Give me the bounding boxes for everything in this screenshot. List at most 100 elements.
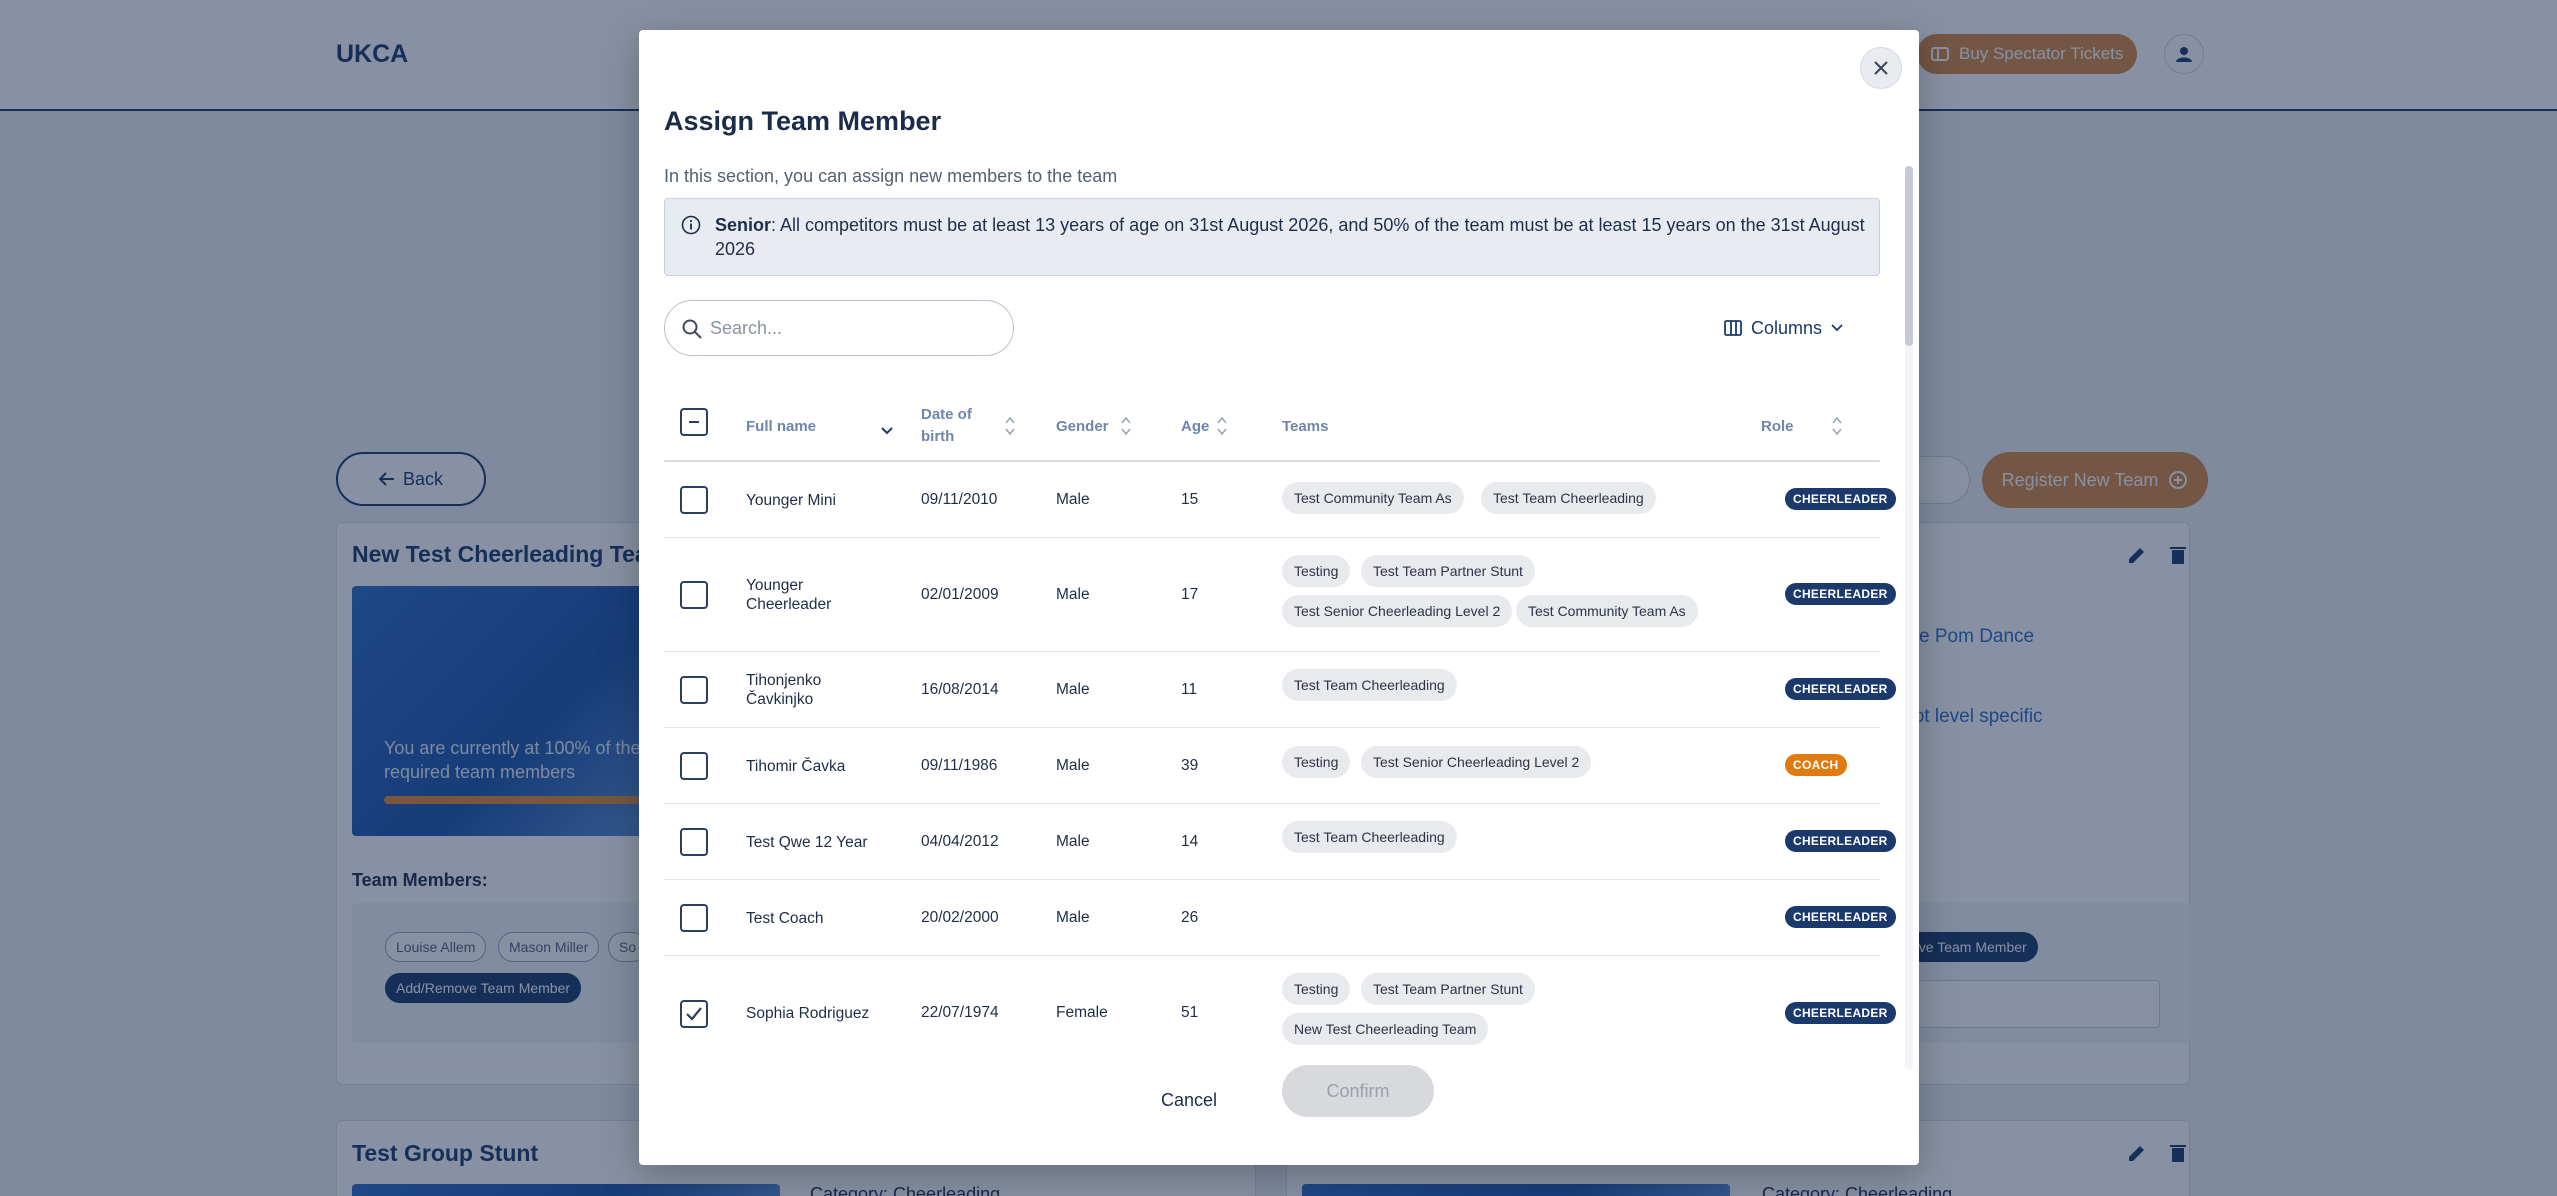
row-teams: Test Team Cheerleading (1282, 652, 1722, 728)
team-chip: Test Community Team As (1516, 595, 1698, 627)
team-chip: Test Team Cheerleading (1282, 821, 1457, 853)
row-checkbox[interactable] (680, 904, 708, 932)
close-icon (1874, 61, 1888, 75)
close-button[interactable] (1860, 47, 1902, 89)
row-dob: 04/04/2012 (921, 833, 999, 850)
sort-icon (1005, 416, 1015, 436)
cancel-button[interactable]: Cancel (1141, 1078, 1237, 1122)
role-badge: CHEERLEADER (1785, 488, 1896, 510)
row-teams: Testing Test Senior Cheerleading Level 2 (1282, 728, 1722, 804)
team-chip: Test Team Partner Stunt (1361, 555, 1535, 587)
role-header-label: Role (1761, 417, 1794, 435)
row-gender: Male (1056, 586, 1090, 603)
row-gender: Male (1056, 833, 1090, 850)
modal-scrollbar-thumb[interactable] (1905, 166, 1913, 346)
sort-desc-icon (881, 427, 893, 435)
team-chip: Test Team Cheerleading (1282, 669, 1457, 701)
role-badge: CHEERLEADER (1785, 678, 1896, 700)
full-name-header-label: Full name (746, 417, 817, 435)
row-teams: Testing Test Team Partner Stunt New Test… (1282, 956, 1722, 1070)
row-age: 14 (1181, 833, 1199, 850)
columns-button[interactable]: Columns (1724, 312, 1843, 344)
table-row[interactable]: Tihonjenko Čavkinjko 16/08/2014 Male 11 … (664, 652, 1896, 728)
row-dob: 20/02/2000 (921, 909, 999, 926)
row-full-name: Younger Mini (746, 491, 836, 509)
row-age: 15 (1181, 491, 1199, 508)
modal-title: Assign Team Member (664, 106, 942, 136)
select-all-checkbox[interactable] (680, 408, 708, 436)
table-row[interactable]: Younger Mini 09/11/2010 Male 15 Test Com… (664, 462, 1896, 538)
row-full-name: Sophia Rodriguez (746, 1004, 870, 1022)
team-chip: Test Team Partner Stunt (1361, 973, 1535, 1005)
row-checkbox[interactable] (680, 486, 708, 514)
assign-team-member-modal: Assign Team Member In this section, you … (639, 30, 1919, 1165)
age-requirement-info: Senior: All competitors must be at least… (664, 198, 1880, 276)
row-full-name: Test Qwe 12 Year (746, 833, 868, 851)
team-chip: Test Team Cheerleading (1481, 482, 1656, 514)
table-row[interactable]: Test Coach 20/02/2000 Male 26 CHEERLEADE… (664, 880, 1896, 956)
role-badge: COACH (1785, 754, 1847, 776)
row-teams: Test Community Team As Test Team Cheerle… (1282, 462, 1722, 538)
dob-header-label: Date of birth (921, 406, 972, 445)
row-full-name: Tihomir Čavka (746, 757, 846, 775)
teams-header-label: Teams (1282, 417, 1329, 435)
info-text: Senior: All competitors must be at least… (715, 213, 1865, 261)
columns-icon (1724, 320, 1742, 336)
row-dob: 16/08/2014 (921, 681, 999, 698)
checkmark-icon (686, 1007, 702, 1021)
row-gender: Male (1056, 491, 1090, 508)
table-row[interactable]: Test Qwe 12 Year 04/04/2012 Male 14 Test… (664, 804, 1896, 880)
age-header-label: Age (1181, 417, 1210, 435)
search-input[interactable] (710, 311, 1000, 345)
row-teams: Test Team Cheerleading (1282, 804, 1722, 880)
info-rule: : All competitors must be at least 13 ye… (715, 215, 1865, 259)
column-header-role[interactable]: Role (1761, 400, 1844, 452)
row-full-name: Younger Cheerleader (746, 577, 832, 613)
chevron-down-icon (1831, 324, 1843, 332)
row-dob: 09/11/1986 (921, 757, 998, 774)
team-chip: Testing (1282, 746, 1351, 778)
row-dob: 09/11/2010 (921, 491, 998, 508)
column-header-full-name[interactable]: Full name (746, 400, 894, 452)
columns-label: Columns (1751, 317, 1823, 338)
team-chip: Testing (1282, 555, 1351, 587)
row-full-name: Tihonjenko Čavkinjko (746, 672, 822, 708)
search-field[interactable] (664, 300, 1014, 356)
row-gender: Female (1056, 1004, 1108, 1021)
modal-description: In this section, you can assign new memb… (664, 166, 1118, 186)
table-row[interactable]: Sophia Rodriguez 22/07/1974 Female 51 Te… (664, 956, 1896, 1070)
row-age: 26 (1181, 909, 1199, 926)
row-checkbox[interactable] (680, 676, 708, 704)
sort-icon (1831, 416, 1842, 436)
info-icon (681, 215, 701, 235)
row-dob: 02/01/2009 (921, 586, 999, 603)
row-gender: Male (1056, 681, 1090, 698)
confirm-button[interactable]: Confirm (1282, 1065, 1434, 1117)
table-row[interactable]: Tihomir Čavka 09/11/1986 Male 39 Testing… (664, 728, 1880, 804)
gender-header-label: Gender (1056, 417, 1109, 435)
table-row[interactable]: Younger Cheerleader 02/01/2009 Male 17 T… (664, 538, 1896, 652)
row-checkbox-checked[interactable] (680, 1000, 708, 1028)
column-header-teams: Teams (1282, 400, 1328, 452)
row-teams: Testing Test Team Partner Stunt Test Sen… (1282, 538, 1722, 652)
row-age: 39 (1181, 757, 1199, 774)
team-chip: Test Senior Cheerleading Level 2 (1282, 595, 1513, 627)
row-age: 17 (1181, 586, 1199, 603)
column-header-dob[interactable]: Date of birth (921, 400, 1017, 452)
row-age: 11 (1181, 681, 1198, 698)
sort-icon (1120, 416, 1131, 436)
search-icon (682, 319, 702, 339)
row-checkbox[interactable] (680, 752, 708, 780)
minus-icon (689, 421, 699, 423)
row-full-name: Test Coach (746, 909, 824, 927)
column-header-gender[interactable]: Gender (1056, 400, 1133, 452)
row-checkbox[interactable] (680, 828, 708, 856)
column-header-age[interactable]: Age (1181, 400, 1229, 452)
role-badge: CHEERLEADER (1785, 906, 1896, 928)
team-chip: Test Senior Cheerleading Level 2 (1361, 746, 1592, 778)
role-badge: CHEERLEADER (1785, 1002, 1896, 1024)
role-badge: CHEERLEADER (1785, 830, 1896, 852)
team-chip: New Test Cheerleading Team (1282, 1013, 1489, 1045)
row-checkbox[interactable] (680, 581, 708, 609)
row-dob: 22/07/1974 (921, 1004, 999, 1021)
